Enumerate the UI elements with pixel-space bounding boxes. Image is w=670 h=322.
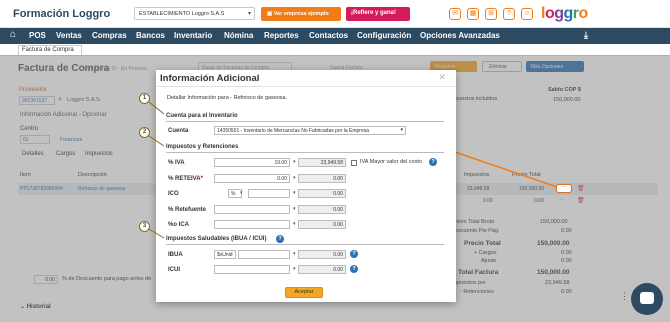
help-icon[interactable]: ? xyxy=(276,235,284,243)
main-nav: ⌂ POS Ventas Compras Bancos Inventario N… xyxy=(0,28,670,44)
retefuente-input[interactable] xyxy=(214,205,290,214)
nav-item-configuracion[interactable]: Configuración xyxy=(357,31,411,40)
loggro-logo: loggro xyxy=(541,5,588,22)
ico-amount-field: 0.00 xyxy=(298,189,346,198)
iva-higher-cost-label: IVA Mayor valor del costo xyxy=(360,159,422,165)
section-divider xyxy=(166,244,444,245)
section-taxes-title: Impuestos y Retenciones xyxy=(166,144,239,150)
callout-marker-2: 2 xyxy=(139,127,150,138)
account-label: Cuenta xyxy=(168,128,189,134)
callout-marker-3: 3 xyxy=(139,221,150,232)
iva-rate-input[interactable]: 19.00 xyxy=(214,158,290,167)
chevron-down-icon: ▾ xyxy=(247,11,251,17)
modal-divider xyxy=(156,86,456,87)
nav-item-opciones-avanzadas[interactable]: Opciones Avanzadas xyxy=(420,31,500,40)
nav-item-pos[interactable]: POS xyxy=(29,31,46,40)
nav-item-inventario[interactable]: Inventario xyxy=(174,31,212,40)
additional-info-modal: Información Adicional ✕ Detallar Informa… xyxy=(156,70,456,302)
ica-amount-field: 0.00 xyxy=(298,220,346,229)
row-more-options-highlight[interactable]: ··· xyxy=(556,184,572,193)
chevron-down-icon[interactable]: ▾ xyxy=(293,206,296,212)
chat-icon[interactable]: ✉ xyxy=(449,8,461,20)
ibua-label: IBUA xyxy=(168,252,183,258)
iva-higher-cost-checkbox[interactable] xyxy=(351,160,357,166)
home-icon[interactable]: ⌂ xyxy=(10,29,16,40)
nav-item-nomina[interactable]: Nómina xyxy=(224,31,253,40)
building-icon: ▣ xyxy=(267,11,274,17)
view-example-label: Ver empresa ejemplo xyxy=(273,11,329,17)
section-inventory-title: Cuenta para el Inventario xyxy=(166,113,238,119)
account-select-value: 14350501 - Inventario de Mercancías No F… xyxy=(217,128,370,134)
ibua-unit-select[interactable]: $xUnid xyxy=(214,250,236,259)
ica-label: %o ICA xyxy=(168,222,189,228)
modal-description: Detallar Información para - Refresco de … xyxy=(167,95,288,101)
iva-amount-field: 23,949.58 xyxy=(298,158,346,167)
brand-title: Formación Loggro xyxy=(13,8,111,20)
ibua-value-input[interactable] xyxy=(238,250,290,259)
section-healthy-title: Impuestos Saludables (IBUA / ICUI) xyxy=(166,236,267,242)
chevron-down-icon[interactable]: ▾ xyxy=(293,221,296,227)
callout-marker-1: 1 xyxy=(139,93,150,104)
refer-and-win-button[interactable]: ¡Refiere y gana! xyxy=(346,7,410,21)
retefuente-label: % Retefuente xyxy=(168,207,207,213)
user-icon[interactable]: ☺ xyxy=(521,8,533,20)
chevron-down-icon: ▾ xyxy=(400,127,403,133)
help-icon[interactable]: ? xyxy=(429,158,437,166)
reteiva-label: % RETEIVA* xyxy=(168,176,203,182)
company-select[interactable]: ESTABLECIMIENTO Loggro S.A.S ▾ xyxy=(134,7,255,20)
account-select[interactable]: 14350501 - Inventario de Mercancías No F… xyxy=(214,126,406,135)
chevron-down-icon[interactable]: ▾ xyxy=(293,190,296,196)
modal-title: Información Adicional xyxy=(160,73,260,84)
grid-icon[interactable]: ⊞ xyxy=(485,8,497,20)
accept-button[interactable]: Aceptar xyxy=(285,287,323,298)
reteiva-amount-field: 0.00 xyxy=(298,174,346,183)
nav-item-reportes[interactable]: Reportes xyxy=(264,31,299,40)
company-select-value: ESTABLECIMIENTO Loggro S.A.S xyxy=(139,11,225,17)
icui-label: ICUI xyxy=(168,267,180,273)
icui-amount-field: 0.00 xyxy=(298,265,346,274)
help-icon[interactable]: ? xyxy=(350,265,358,273)
nav-item-ventas[interactable]: Ventas xyxy=(56,31,82,40)
apps-icon[interactable]: ▦ xyxy=(467,8,479,20)
section-divider xyxy=(166,121,444,122)
chevron-down-icon[interactable]: ▾ xyxy=(240,190,243,196)
download-icon[interactable]: ⤓ xyxy=(584,30,588,41)
ica-input[interactable] xyxy=(214,220,290,229)
chevron-down-icon[interactable]: ▾ xyxy=(293,159,296,165)
nav-item-bancos[interactable]: Bancos xyxy=(136,31,165,40)
help-icon[interactable]: ? xyxy=(503,8,515,20)
tab-factura-de-compra[interactable]: Factura de Compra xyxy=(18,45,82,55)
iva-label: % IVA xyxy=(168,160,185,166)
nav-item-contactos[interactable]: Contactos xyxy=(309,31,348,40)
ico-value-input[interactable] xyxy=(248,189,290,198)
chevron-down-icon[interactable]: ▾ xyxy=(293,251,296,257)
reteiva-rate-input[interactable]: 0.00 xyxy=(214,174,290,183)
ico-label: ICO xyxy=(168,191,179,197)
ibua-amount-field: 0.00 xyxy=(298,250,346,259)
close-icon[interactable]: ✕ xyxy=(438,72,446,83)
retefuente-amount-field: 0.00 xyxy=(298,205,346,214)
help-icon[interactable]: ? xyxy=(350,250,358,258)
view-example-company-button[interactable]: ▣ Ver empresa ejemplo xyxy=(261,7,341,21)
chevron-down-icon[interactable]: ▾ xyxy=(293,175,296,181)
top-bar: Formación Loggro ESTABLECIMIENTO Loggro … xyxy=(0,0,670,28)
chat-widget-icon[interactable] xyxy=(631,283,663,315)
icui-input[interactable] xyxy=(214,265,290,274)
nav-item-compras[interactable]: Compras xyxy=(92,31,127,40)
section-divider xyxy=(166,152,444,153)
chevron-down-icon[interactable]: ▾ xyxy=(293,266,296,272)
